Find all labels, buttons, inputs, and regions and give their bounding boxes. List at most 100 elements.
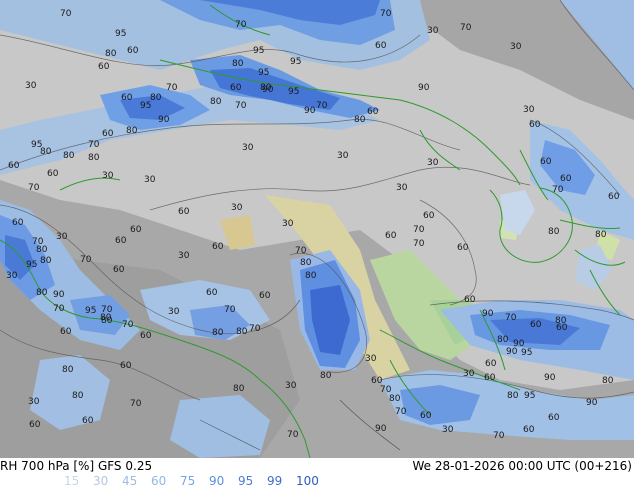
contour-label: 80	[389, 394, 401, 404]
contour-label: 60	[529, 120, 541, 130]
contour-label: 30	[523, 105, 535, 115]
contour-label: 95	[290, 57, 301, 67]
contour-label: 60	[8, 161, 20, 171]
contour-label: 30	[337, 151, 349, 161]
contour-label: 80	[300, 258, 312, 268]
legend-value: 15	[64, 474, 80, 488]
contour-label: 80	[105, 49, 117, 59]
contour-label: 80	[236, 327, 248, 337]
contour-label: 80	[36, 245, 48, 255]
contour-label: 70	[235, 20, 247, 30]
contour-label: 90	[506, 347, 518, 357]
legend-value: 45	[122, 474, 138, 488]
legend-value: 60	[151, 474, 167, 488]
contour-label: 30	[427, 26, 439, 36]
contour-label: 80	[233, 384, 245, 394]
legend-value: 95	[238, 474, 254, 488]
contour-label: 60	[130, 225, 142, 235]
contour-label: 60	[230, 83, 242, 93]
contour-label: 60	[120, 361, 132, 371]
contour-label: 60	[464, 295, 476, 305]
contour-label: 70	[395, 407, 407, 417]
contour-label: 60	[457, 243, 469, 253]
contour-label: 95	[140, 101, 151, 111]
contour-label: 70	[287, 430, 299, 440]
contour-label: 60	[212, 242, 224, 252]
contour-label: 30	[102, 171, 114, 181]
contour-label: 70	[101, 305, 113, 315]
contour-label: 80	[88, 153, 100, 163]
contour-label: 70	[460, 23, 472, 33]
valid-time: We 28-01-2026 00:00 UTC (00+216)	[412, 459, 632, 473]
contour-label: 80	[595, 230, 607, 240]
contour-label: 30	[178, 251, 190, 261]
contour-label: 60	[121, 93, 133, 103]
contour-label: 60	[178, 207, 190, 217]
contour-label: 80	[150, 93, 162, 103]
legend-value: 99	[267, 474, 283, 488]
contour-label: 80	[232, 59, 244, 69]
contour-label: 70	[505, 313, 517, 323]
contour-label: 30	[285, 381, 297, 391]
contour-label: 70	[413, 225, 425, 235]
contour-label: 60	[420, 411, 432, 421]
contour-label: 60	[113, 265, 125, 275]
contour-label: 80	[602, 376, 614, 386]
contour-label: 90	[375, 424, 387, 434]
contour-label: 80	[40, 256, 52, 266]
contour-label: 90	[418, 83, 430, 93]
contour-label: 60	[375, 41, 387, 51]
contour-label: 80	[63, 151, 75, 161]
contour-label: 80	[40, 147, 52, 157]
contour-label: 70	[60, 9, 72, 19]
contour-label: 60	[12, 218, 24, 228]
contour-label: 70	[249, 324, 261, 334]
contour-label: 60	[385, 231, 397, 241]
contour-label: 60	[47, 169, 59, 179]
contour-label: 60	[60, 327, 72, 337]
contour-label: 30	[168, 307, 180, 317]
contour-label: 60	[485, 359, 497, 369]
contour-label: 60	[127, 46, 139, 56]
contour-label: 95	[521, 348, 532, 358]
contour-label: 60	[548, 413, 560, 423]
contour-label: 70	[122, 320, 134, 330]
contour-label: 60	[608, 192, 620, 202]
contour-label: 80	[555, 316, 567, 326]
contour-label: 30	[6, 271, 18, 281]
contour-label: 70	[130, 399, 142, 409]
contour-label: 30	[242, 143, 254, 153]
contour-label: 60	[540, 157, 552, 167]
contour-label: 60	[560, 174, 572, 184]
contour-label: 60	[484, 373, 496, 383]
contour-label: 60	[423, 211, 435, 221]
contour-label: 70	[235, 101, 247, 111]
contour-label: 30	[365, 354, 377, 364]
contour-label: 70	[80, 255, 92, 265]
contour-label: 95	[524, 391, 535, 401]
contour-label: 80	[320, 371, 332, 381]
contour-label: 80	[212, 328, 224, 338]
contour-label: 90	[158, 115, 170, 125]
contour-label: 60	[102, 129, 114, 139]
contour-label: 30	[463, 369, 475, 379]
contour-label: 30	[442, 425, 454, 435]
contour-label: 90	[53, 290, 65, 300]
contour-label: 80	[36, 288, 48, 298]
contour-label: 30	[427, 158, 439, 168]
contour-label: 30	[56, 232, 68, 242]
contour-label: 70	[493, 431, 505, 441]
contour-label: 60	[29, 420, 41, 430]
contour-label: 90	[304, 106, 316, 116]
contour-label: 60	[367, 107, 379, 117]
contour-label: 80	[507, 391, 519, 401]
contour-label: 70	[316, 101, 328, 111]
weather-map[interactable]: 70 95 70 70 30 70 80 60 95 60 80 60 95 3…	[0, 0, 634, 459]
contour-label: 70	[88, 140, 100, 150]
contour-label: 60	[523, 425, 535, 435]
contour-label: 60	[98, 62, 110, 72]
contour-label: 60	[530, 320, 542, 330]
contour-label: 90	[544, 373, 556, 383]
contour-label: 80	[126, 126, 138, 136]
contour-label: 90	[482, 309, 494, 319]
